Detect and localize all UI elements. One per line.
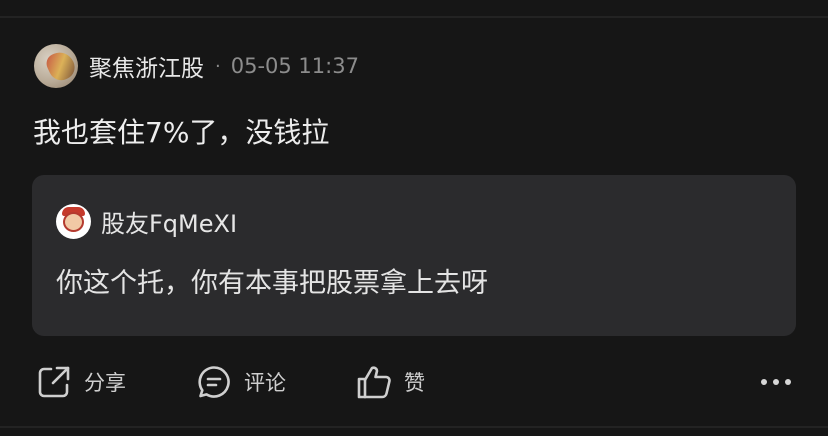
like-button[interactable]: 赞 [356,362,425,402]
thumbs-up-icon [356,364,392,400]
avatar-face [63,211,84,232]
top-divider [0,16,828,18]
more-button[interactable] [758,362,794,402]
like-label: 赞 [404,371,425,395]
share-label: 分享 [84,371,126,395]
quoted-avatar[interactable] [56,203,91,239]
bottom-divider [0,426,828,428]
comment-button[interactable]: 评论 [196,362,286,402]
post-content: 我也套住7%了，没钱拉 [33,116,330,149]
timestamp: 05-05 11:37 [230,54,359,78]
comment-label: 评论 [244,371,286,395]
avatar[interactable] [34,44,78,88]
quoted-username[interactable]: 股友FqMeXI [101,204,237,239]
comment-icon [196,364,232,400]
separator-dot: · [215,55,221,77]
post-header: 聚焦浙江股 · 05-05 11:37 [34,44,359,88]
quoted-text: 你这个托，你有本事把股票拿上去呀 [56,268,488,299]
action-bar: 分享 评论 赞 [0,362,828,402]
quoted-header: 股友FqMeXI [56,203,237,239]
username[interactable]: 聚焦浙江股 [89,49,204,83]
share-icon [36,364,72,400]
more-icon [759,378,793,386]
share-button[interactable]: 分享 [36,362,126,402]
quoted-post[interactable]: 股友FqMeXI 你这个托，你有本事把股票拿上去呀 [32,175,796,336]
